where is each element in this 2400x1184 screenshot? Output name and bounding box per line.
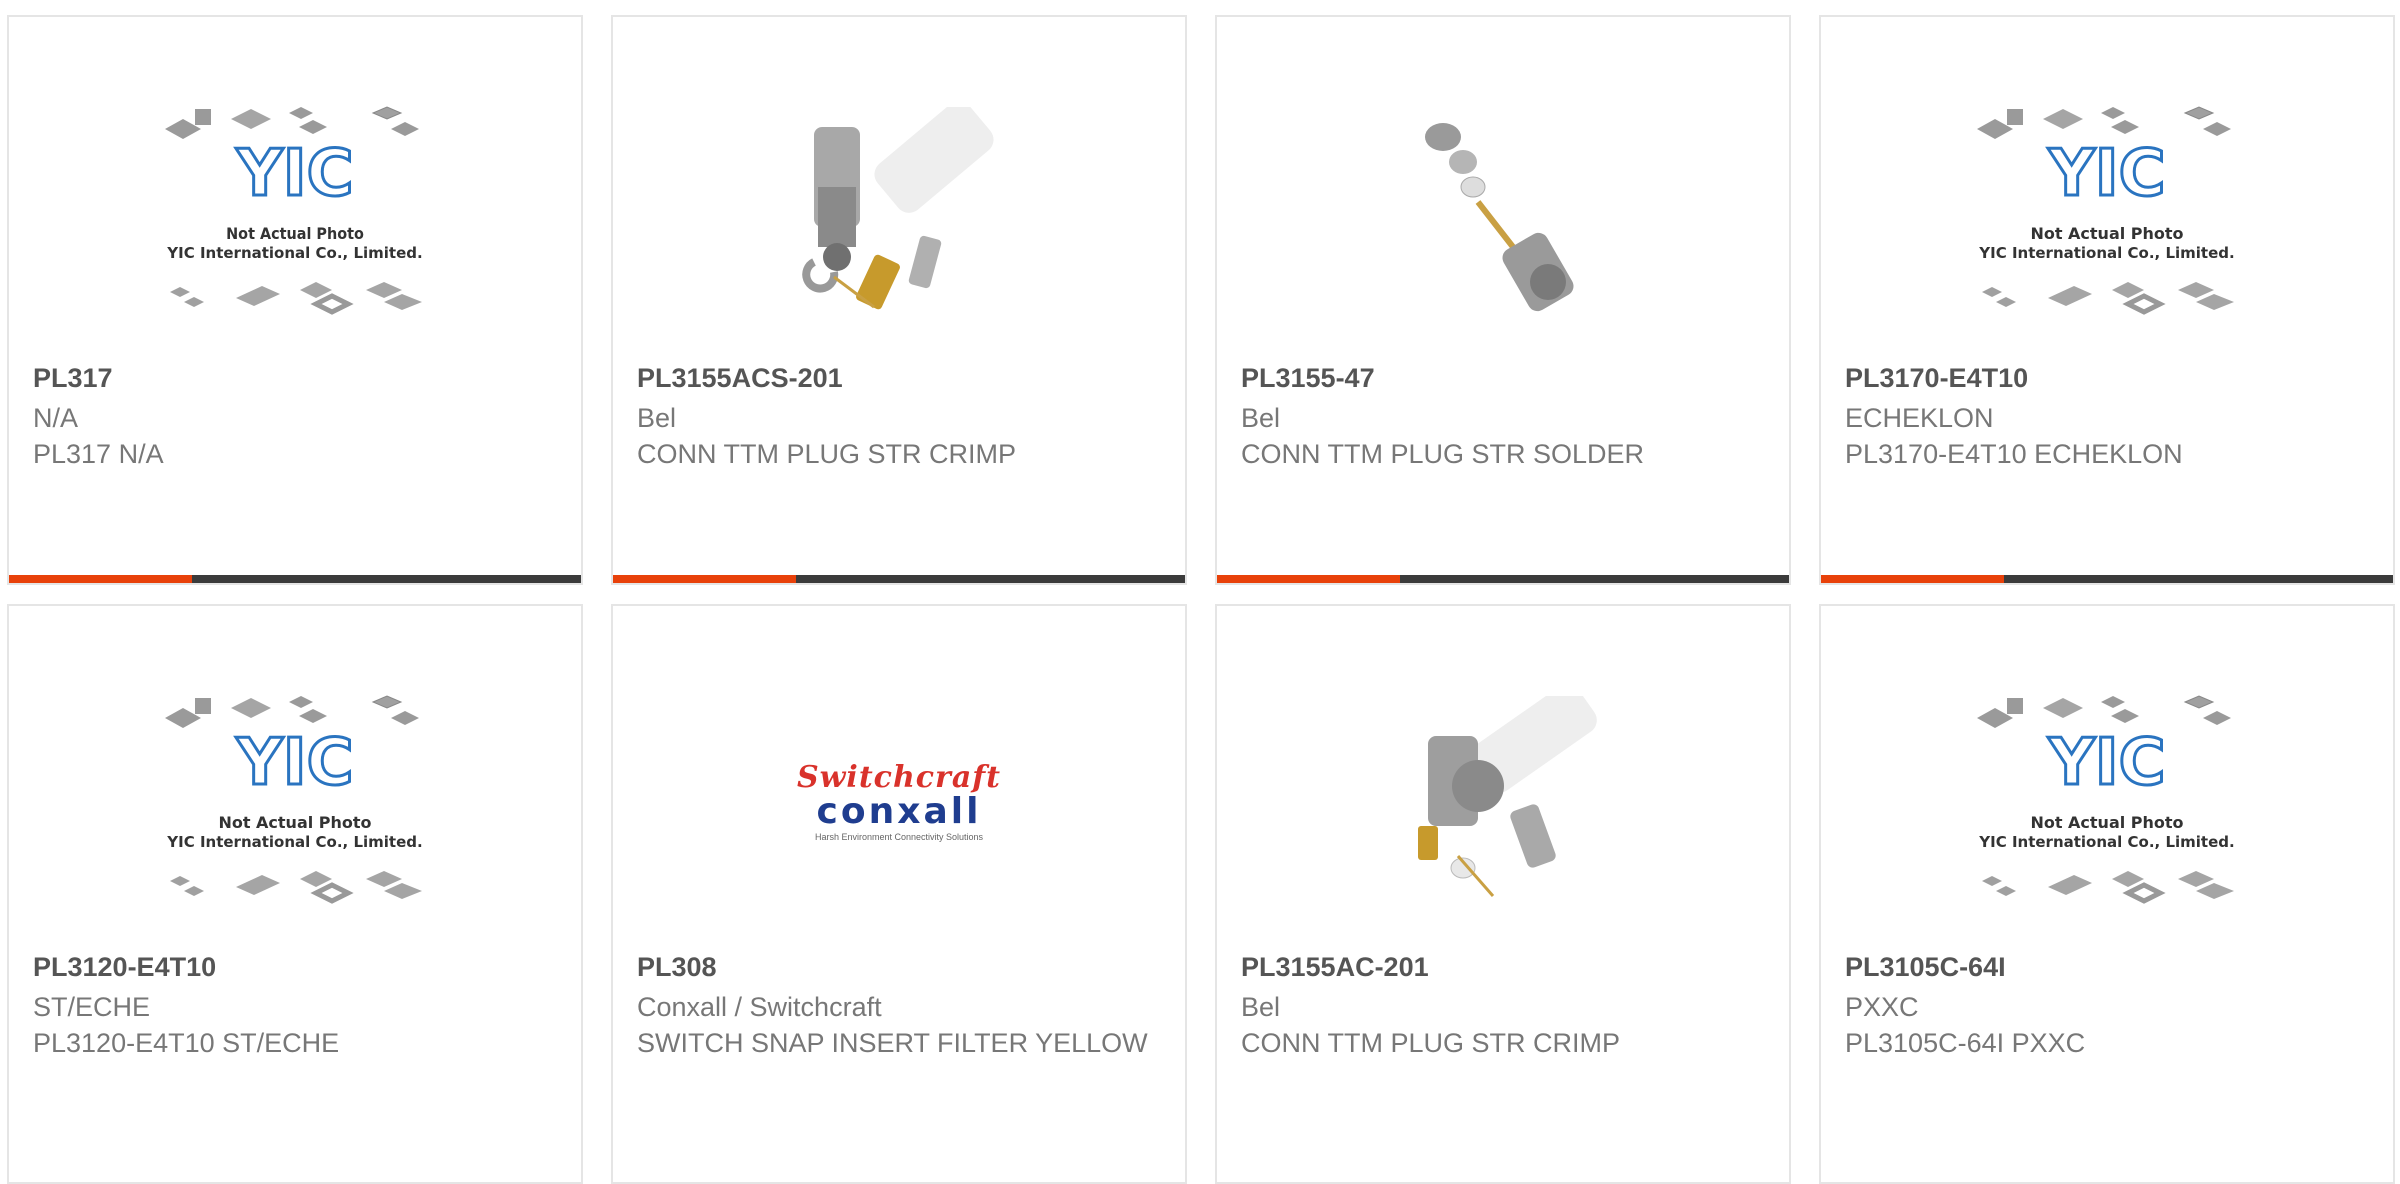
card-footer-bar xyxy=(1821,575,2393,583)
description: PL317 N/A xyxy=(33,439,164,469)
product-card[interactable]: PL3155AC-201 Bel CONN TTM PLUG STR CRIMP xyxy=(1215,604,1791,1184)
placeholder-line2: YIC International Co., Limited. xyxy=(166,244,422,262)
description: PL3105C-64I PXXC xyxy=(1845,1028,2086,1058)
yic-placeholder-image: YIC Not Actual Photo YIC International C… xyxy=(164,695,430,916)
description: CONN TTM PLUG STR SOLDER xyxy=(1241,439,1645,469)
manufacturer: Bel xyxy=(1241,992,1281,1022)
product-card[interactable]: PL3155-47 Bel CONN TTM PLUG STR SOLDER xyxy=(1215,15,1791,585)
manufacturer: N/A xyxy=(33,403,79,433)
part-number[interactable]: PL3155AC-201 xyxy=(1241,951,1765,983)
yic-placeholder-image: YIC Not Actual Photo YIC International C… xyxy=(1976,695,2242,916)
switchcraft-conxall-logo: Switchcraft conxall Harsh Environment Co… xyxy=(796,760,1002,842)
product-image-placeholder[interactable]: YIC Not Actual Photo YIC International C… xyxy=(155,686,435,916)
yic-placeholder-image: YIC Not Actual Photo YIC International C… xyxy=(164,106,430,327)
placeholder-line2: YIC International Co., Limited. xyxy=(1978,833,2234,851)
manufacturer: Conxall / Switchcraft xyxy=(637,992,882,1022)
part-number[interactable]: PL317 xyxy=(33,362,557,394)
product-card[interactable]: PL3155ACS-201 Bel CONN TTM PLUG STR CRIM… xyxy=(611,15,1187,585)
product-image-placeholder[interactable]: YIC Not Actual Photo YIC International C… xyxy=(1967,686,2247,916)
placeholder-line2: YIC International Co., Limited. xyxy=(1978,244,2234,262)
manufacturer: Bel xyxy=(637,403,677,433)
product-card[interactable]: Switchcraft conxall Harsh Environment Co… xyxy=(611,604,1187,1184)
product-card[interactable]: YIC Not Actual Photo YIC International C… xyxy=(7,604,583,1184)
part-number[interactable]: PL3120-E4T10 xyxy=(33,951,557,983)
placeholder-line2: YIC International Co., Limited. xyxy=(166,833,422,851)
product-card[interactable]: YIC Not Actual Photo YIC International C… xyxy=(1819,604,2395,1184)
manufacturer: ST/ECHE xyxy=(33,992,151,1022)
placeholder-line1: Not Actual Photo xyxy=(218,813,371,832)
card-footer-bar xyxy=(1217,575,1789,583)
placeholder-line1: Not Actual Photo xyxy=(2030,813,2183,832)
card-footer-bar xyxy=(613,575,1185,583)
part-number[interactable]: PL3105C-64I xyxy=(1845,951,2369,983)
product-image[interactable] xyxy=(759,97,1039,327)
connector-exploded-photo xyxy=(1398,107,1608,317)
description: CONN TTM PLUG STR CRIMP xyxy=(637,439,1017,469)
part-number[interactable]: PL308 xyxy=(637,951,1161,983)
description: SWITCH SNAP INSERT FILTER YELLOW xyxy=(637,1028,1148,1058)
part-number[interactable]: PL3155ACS-201 xyxy=(637,362,1161,394)
manufacturer: Bel xyxy=(1241,403,1281,433)
yic-placeholder-image: YIC Not Actual Photo YIC International C… xyxy=(1976,106,2242,327)
description: PL3120-E4T10 ST/ECHE xyxy=(33,1028,340,1058)
svg-text:YIC: YIC xyxy=(2047,137,2165,211)
card-footer-bar xyxy=(9,575,581,583)
manufacturer: PXXC xyxy=(1845,992,1919,1022)
description: CONN TTM PLUG STR CRIMP xyxy=(1241,1028,1621,1058)
product-image[interactable] xyxy=(1363,97,1643,327)
product-image[interactable]: Switchcraft conxall Harsh Environment Co… xyxy=(759,686,1039,916)
product-image[interactable] xyxy=(1363,686,1643,916)
manufacturer: ECHEKLON xyxy=(1845,403,1994,433)
placeholder-line1: Not Actual Photo xyxy=(226,224,364,243)
description: PL3170-E4T10 ECHEKLON xyxy=(1845,439,2183,469)
part-number[interactable]: PL3155-47 xyxy=(1241,362,1765,394)
product-card[interactable]: YIC Not Actual Photo YIC International C… xyxy=(7,15,583,585)
connector-kit-photo xyxy=(794,107,1004,317)
placeholder-line1: Not Actual Photo xyxy=(2030,224,2183,243)
product-image-placeholder[interactable]: YIC Not Actual Photo YIC International C… xyxy=(1967,97,2247,327)
svg-text:YIC: YIC xyxy=(235,137,353,211)
product-card[interactable]: YIC Not Actual Photo YIC International C… xyxy=(1819,15,2395,585)
connector-kit-photo xyxy=(1398,696,1608,906)
svg-text:YIC: YIC xyxy=(2047,726,2165,800)
svg-text:YIC: YIC xyxy=(235,726,353,800)
product-image-placeholder[interactable]: YIC Not Actual Photo YIC International C… xyxy=(155,97,435,327)
part-number[interactable]: PL3170-E4T10 xyxy=(1845,362,2369,394)
